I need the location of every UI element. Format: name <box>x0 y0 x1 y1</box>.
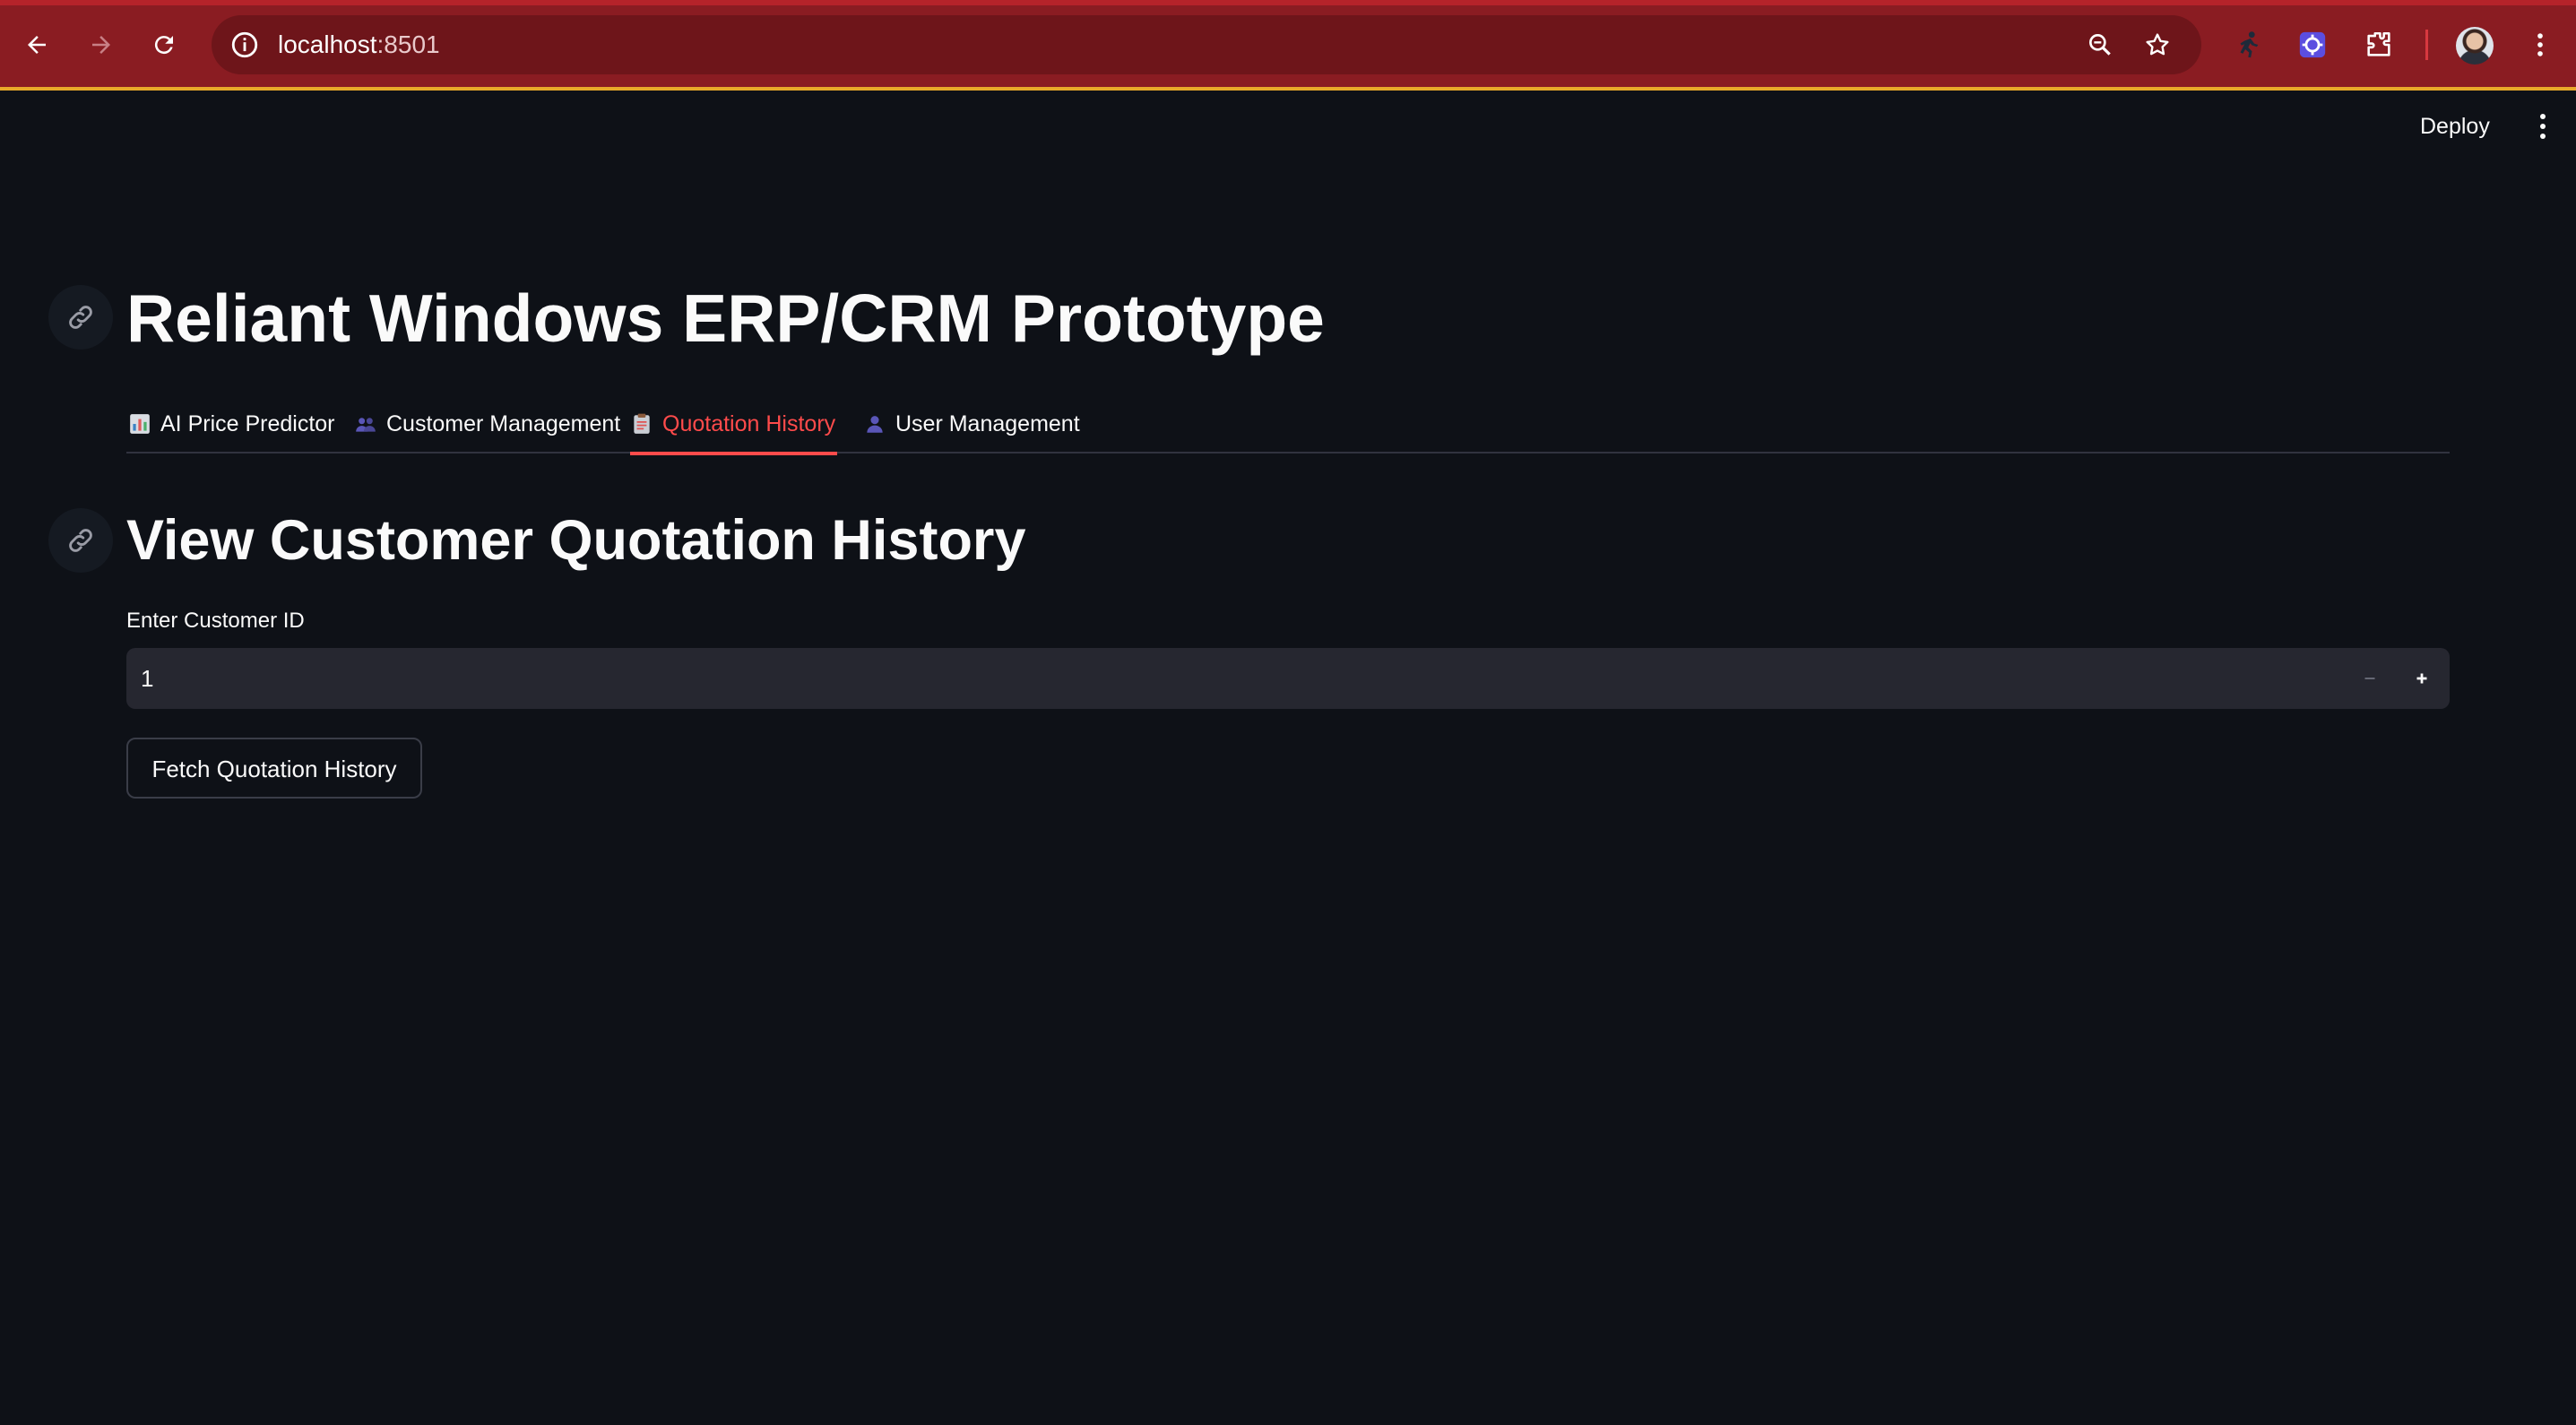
extensions-button[interactable] <box>2361 27 2397 63</box>
kebab-menu-icon <box>2537 33 2543 56</box>
extension-badge[interactable] <box>2295 27 2330 63</box>
reload-icon <box>154 36 173 55</box>
url-port: :8501 <box>376 30 440 58</box>
increment-button[interactable] <box>2396 648 2448 709</box>
back-button[interactable] <box>14 22 59 67</box>
customer-id-label: Enter Customer ID <box>126 609 305 633</box>
reload-button[interactable] <box>142 22 186 67</box>
profile-avatar[interactable] <box>2456 27 2494 65</box>
tab-customer-management[interactable]: Customer Management <box>354 394 620 453</box>
link-icon <box>69 306 92 329</box>
site-info-icon[interactable] <box>229 30 260 60</box>
tab-label: Quotation History <box>662 410 836 436</box>
page-title: Reliant Windows ERP/CRM Prototype <box>126 281 1325 356</box>
browser-menu-button[interactable] <box>2522 27 2558 63</box>
link-icon <box>69 529 92 552</box>
forward-button[interactable] <box>79 22 124 67</box>
bar-chart-icon <box>130 414 150 434</box>
customer-id-value[interactable]: 1 <box>141 648 153 709</box>
plus-icon <box>2416 673 2427 684</box>
tab-ai-price-predictor[interactable]: AI Price Predictor <box>128 394 335 453</box>
menu-dot <box>2540 114 2546 119</box>
title-anchor-link[interactable] <box>48 285 113 350</box>
star-icon <box>2146 33 2169 56</box>
person-icon <box>867 416 883 433</box>
clipboard-icon <box>634 413 650 434</box>
customer-id-input[interactable]: 1 <box>126 648 2450 709</box>
puzzle-icon <box>2367 31 2390 56</box>
zoom-button[interactable] <box>2083 28 2117 62</box>
url-host: localhost <box>278 30 377 58</box>
bookmark-button[interactable] <box>2140 28 2174 62</box>
toolbar-divider <box>2425 30 2428 60</box>
section-title: View Customer Quotation History <box>126 509 1026 572</box>
decrement-button[interactable] <box>2344 648 2396 709</box>
extension-badge-icon <box>2299 31 2326 58</box>
zoom-icon <box>2089 33 2111 56</box>
tab-label: Customer Management <box>386 410 621 436</box>
fetch-quotation-history-button[interactable]: Fetch Quotation History <box>126 738 422 799</box>
arrow-right-icon <box>92 36 110 54</box>
minus-icon <box>2364 678 2375 679</box>
address-bar[interactable]: localhost:8501 <box>212 15 2201 74</box>
arrow-left-icon <box>28 36 46 54</box>
deploy-button[interactable]: Deploy <box>2420 111 2490 142</box>
tab-quotation-history[interactable]: Quotation History <box>630 394 838 455</box>
browser-toolbar: localhost:8501 <box>0 0 2576 91</box>
menu-dot <box>2540 134 2546 139</box>
people-icon <box>356 418 376 432</box>
extension-runner[interactable] <box>2230 27 2266 63</box>
running-figure-icon <box>2240 31 2259 58</box>
app-menu-button[interactable] <box>2529 111 2556 142</box>
menu-dot <box>2540 124 2546 129</box>
tab-bar: AI Price Predictor Customer Management Q… <box>126 394 2450 455</box>
url-text: localhost:8501 <box>278 30 440 60</box>
tab-user-management[interactable]: User Management <box>863 394 1080 453</box>
tab-label: AI Price Predictor <box>160 410 335 436</box>
tab-label: User Management <box>895 410 1080 436</box>
browser-tab-strip <box>0 0 2576 5</box>
section-anchor-link[interactable] <box>48 508 113 573</box>
